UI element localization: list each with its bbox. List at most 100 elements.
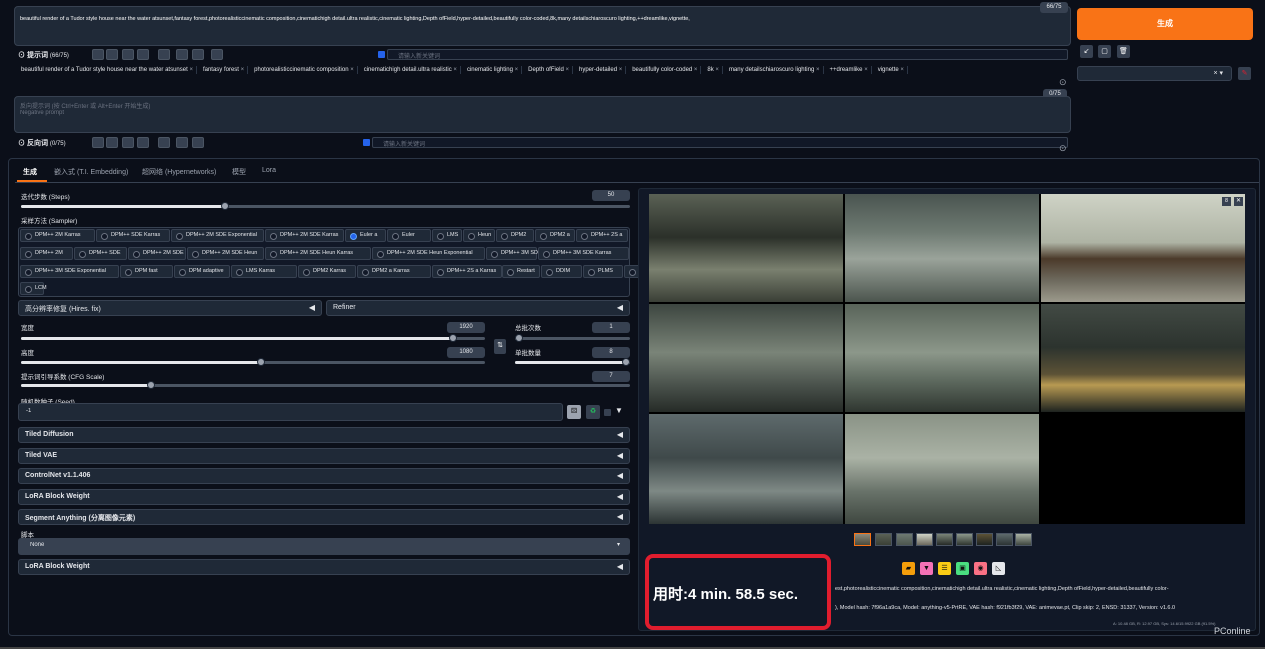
trash-icon[interactable]: 🗑 (1117, 45, 1130, 58)
prompt-tag[interactable]: 8k (704, 66, 723, 74)
style-select[interactable]: × ▾ (1077, 66, 1232, 81)
sampler-option[interactable]: Heun (463, 229, 495, 242)
height-slider[interactable] (21, 358, 485, 366)
sampler-option[interactable]: Restart (502, 265, 540, 278)
send-to-extras-icon[interactable]: ◺ (992, 562, 1005, 575)
prompt-tool-7-icon[interactable] (192, 49, 204, 60)
negative-tool-4-icon[interactable] (137, 137, 149, 148)
prompt-textbox[interactable]: beautiful render of a Tudor style house … (14, 6, 1071, 46)
sampler-option[interactable]: DPM++ 2S a Karras (432, 265, 502, 278)
sampler-option[interactable]: DPM++ 2M SDE Karras (265, 229, 344, 242)
hires-fix-accordion[interactable]: 高分辨率修复 (Hires. fix) ◀ (18, 300, 322, 316)
sampler-option[interactable]: DPM++ 2M (20, 247, 73, 260)
prompt-tag[interactable]: cinematichigh detail.ultra realistic (361, 66, 461, 74)
paste-icon[interactable]: ↙ (1080, 45, 1093, 58)
generate-button[interactable]: 生成 (1077, 8, 1253, 40)
cfg-value[interactable]: 7 (592, 371, 630, 382)
open-folder-icon[interactable]: ▰ (902, 562, 915, 575)
gallery-image[interactable] (845, 414, 1039, 524)
width-value[interactable]: 1920 (447, 322, 485, 333)
collapse-icon[interactable]: ⊙ (1059, 77, 1067, 88)
extra-seed-checkbox[interactable] (604, 409, 611, 416)
gallery-thumbnail[interactable] (1015, 533, 1032, 546)
prompt-tool-6-icon[interactable] (176, 49, 188, 60)
batch-count-value[interactable]: 1 (592, 322, 630, 333)
width-slider-knob[interactable] (449, 334, 457, 342)
gallery-thumbnail[interactable] (916, 533, 933, 546)
sampler-option[interactable]: LMS (432, 229, 462, 242)
send-to-img2img-icon[interactable]: ▣ (956, 562, 969, 575)
gallery-thumbnail[interactable] (854, 533, 871, 546)
batch-count-slider-knob[interactable] (515, 334, 523, 342)
prompt-tool-8-icon[interactable] (211, 49, 223, 60)
width-slider[interactable] (21, 334, 485, 342)
negative-toggle[interactable]: ⊙ 反向词 (0/75) (18, 138, 66, 148)
save-icon[interactable]: ▼ (920, 562, 933, 575)
sampler-option[interactable]: DPM++ 2M SDE Heun Karras (265, 247, 371, 260)
negative-keyword-checkbox[interactable] (363, 139, 370, 146)
negative-tool-6-icon[interactable] (176, 137, 188, 148)
prompt-tag[interactable]: cinematic lighting (464, 66, 523, 74)
sampler-option[interactable]: DPM2 Karras (298, 265, 356, 278)
negative-tool-2-icon[interactable] (106, 137, 118, 148)
prompt-tool-4-icon[interactable] (137, 49, 149, 60)
refiner-accordion[interactable]: Refiner ◀ (326, 300, 630, 316)
sampler-option[interactable]: Euler a (345, 229, 386, 242)
sampler-option[interactable]: DPM fast (120, 265, 173, 278)
prompt-tag[interactable]: many detailschiaroscuro lighting (726, 66, 824, 74)
prompt-tool-2-icon[interactable] (106, 49, 118, 60)
prompt-tag[interactable]: hyper-detailed (576, 66, 627, 74)
sampler-option[interactable]: PLMS (583, 265, 623, 278)
batch-size-value[interactable]: 8 (592, 347, 630, 358)
sampler-option[interactable]: DPM++ 3M SDE Karras (538, 247, 629, 260)
height-slider-knob[interactable] (257, 358, 265, 366)
negative-tool-1-icon[interactable] (92, 137, 104, 148)
accordion-tiled-diffusion[interactable]: Tiled Diffusion ◀ (18, 427, 630, 443)
sampler-option[interactable]: DPM2 a Karras (357, 265, 431, 278)
tab-lora[interactable]: Lora (262, 167, 276, 174)
gallery-image[interactable] (1041, 304, 1245, 412)
gallery-image[interactable] (845, 304, 1039, 412)
sampler-option[interactable]: DPM++ 2M SDE Heun Exponential (372, 247, 485, 260)
script-select[interactable]: None ▾ (18, 538, 630, 555)
gallery-thumbnail[interactable] (936, 533, 953, 546)
swap-dimensions-icon[interactable]: ⇅ (494, 339, 506, 354)
accordion-segment-anything[interactable]: Segment Anything (分离图像元素) ◀ (18, 509, 630, 525)
tab-model[interactable]: 模型 (232, 167, 246, 177)
gallery-image[interactable] (845, 194, 1039, 302)
gallery[interactable] (649, 194, 1245, 524)
gallery-thumbnail[interactable] (896, 533, 913, 546)
accordion-controlnet[interactable]: ControlNet v1.1.406 ◀ (18, 468, 630, 484)
negative-tool-3-icon[interactable] (122, 137, 134, 148)
prompt-toggle[interactable]: ⊙ 提示词 (66/75) (18, 50, 69, 60)
sampler-option[interactable]: DPM2 (496, 229, 534, 242)
close-icon[interactable]: ✕ (1234, 197, 1243, 206)
gallery-thumbnail[interactable] (976, 533, 993, 546)
zip-icon[interactable]: ☰ (938, 562, 951, 575)
prompt-tag[interactable]: fantasy forest (200, 66, 249, 74)
gallery-image[interactable] (649, 414, 843, 524)
gallery-thumbnail[interactable] (875, 533, 892, 546)
sampler-option[interactable]: DPM adaptive (174, 265, 230, 278)
prompt-tag[interactable]: ++dreamlike (827, 66, 872, 74)
steps-slider-knob[interactable] (221, 202, 229, 210)
sampler-option[interactable]: DPM++ 2S a (576, 229, 628, 242)
collapse-icon[interactable]: ⊙ (1059, 143, 1067, 154)
prompt-tag[interactable]: beautifully color-coded (629, 66, 702, 74)
gallery-thumbnail[interactable] (956, 533, 973, 546)
prompt-keyword-input[interactable]: 请输入新关键词 (387, 49, 1068, 60)
tab-embedding[interactable]: 嵌入式 (T.I. Embedding) (54, 167, 128, 177)
sampler-option[interactable]: DPM++ 2M SDE Heun (187, 247, 264, 260)
prompt-tool-3-icon[interactable] (122, 49, 134, 60)
sampler-option[interactable]: DPM++ SDE Karras (96, 229, 170, 242)
cfg-slider-knob[interactable] (147, 381, 155, 389)
prompt-tag[interactable]: Depth ofField (525, 66, 573, 74)
send-to-inpaint-icon[interactable]: ◉ (974, 562, 987, 575)
apply-style-icon[interactable]: ✎ (1238, 67, 1251, 80)
gallery-image[interactable] (649, 194, 843, 302)
batch-size-slider-knob[interactable] (622, 358, 630, 366)
sampler-option[interactable]: DPM++ 2M SDE (128, 247, 186, 260)
prompt-tag[interactable]: vignette (875, 66, 908, 74)
steps-value[interactable]: 50 (592, 190, 630, 201)
recycle-icon[interactable]: ♻ (586, 405, 600, 419)
